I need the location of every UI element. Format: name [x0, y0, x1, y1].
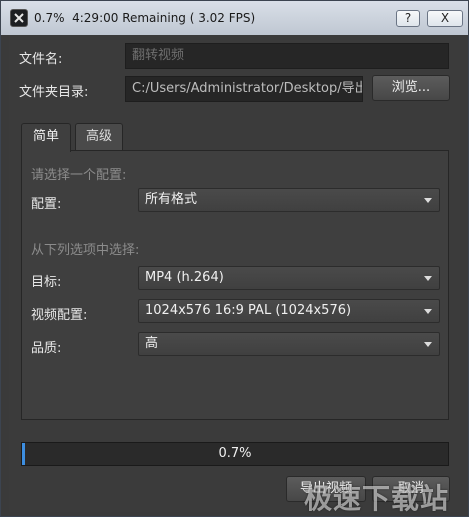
filename-input[interactable]: 翻转视频: [125, 43, 449, 69]
target-value: MP4 (h.264): [145, 270, 224, 285]
app-icon: [10, 9, 28, 27]
quality-label: 品质:: [31, 341, 62, 356]
dialog-content: 文件名: 翻转视频 文件夹目录: C:/Users/Administrator/…: [9, 35, 460, 515]
close-button[interactable]: X: [427, 10, 463, 27]
target-select[interactable]: MP4 (h.264): [138, 266, 440, 290]
filename-label: 文件名:: [19, 52, 63, 67]
chevron-down-icon: [424, 342, 432, 347]
tab-advanced[interactable]: 高级: [75, 123, 123, 151]
video-profile-value: 1024x576 16:9 PAL (1024x576): [145, 303, 352, 318]
watermark-logo: 极速下载站: [304, 482, 450, 515]
folder-label: 文件夹目录:: [19, 85, 89, 100]
chevron-down-icon: [424, 276, 432, 281]
preset-select[interactable]: 所有格式: [138, 188, 440, 212]
chevron-down-icon: [424, 198, 432, 203]
help-button[interactable]: ?: [396, 10, 420, 27]
choose-options-heading: 从下列选项中选择:: [31, 243, 140, 258]
chevron-down-icon: [424, 309, 432, 314]
folder-path-input[interactable]: C:/Users/Administrator/Desktop/导出: [125, 76, 363, 102]
target-label: 目标:: [31, 275, 62, 290]
video-profile-select[interactable]: 1024x576 16:9 PAL (1024x576): [138, 299, 440, 323]
export-dialog-window: 0.7% 4:29:00 Remaining ( 3.02 FPS) ? X 文…: [0, 0, 469, 517]
quality-value: 高: [145, 336, 159, 351]
choose-preset-heading: 请选择一个配置:: [31, 168, 127, 183]
tab-simple[interactable]: 简单: [21, 123, 71, 152]
simple-tab-panel: 请选择一个配置: 配置: 所有格式 从下列选项中选择: 目标: MP4 (h.2…: [21, 150, 449, 420]
progress-text: 0.7%: [218, 446, 252, 461]
preset-value: 所有格式: [145, 192, 198, 207]
title-bar: 0.7% 4:29:00 Remaining ( 3.02 FPS) ? X: [1, 1, 468, 35]
video-profile-label: 视频配置:: [31, 308, 88, 323]
quality-select[interactable]: 高: [138, 332, 440, 356]
export-progress-bar: 0.7%: [21, 442, 449, 466]
preset-label: 配置:: [31, 197, 62, 212]
window-title: 0.7% 4:29:00 Remaining ( 3.02 FPS): [34, 11, 256, 25]
browse-button[interactable]: 浏览...: [372, 75, 450, 101]
